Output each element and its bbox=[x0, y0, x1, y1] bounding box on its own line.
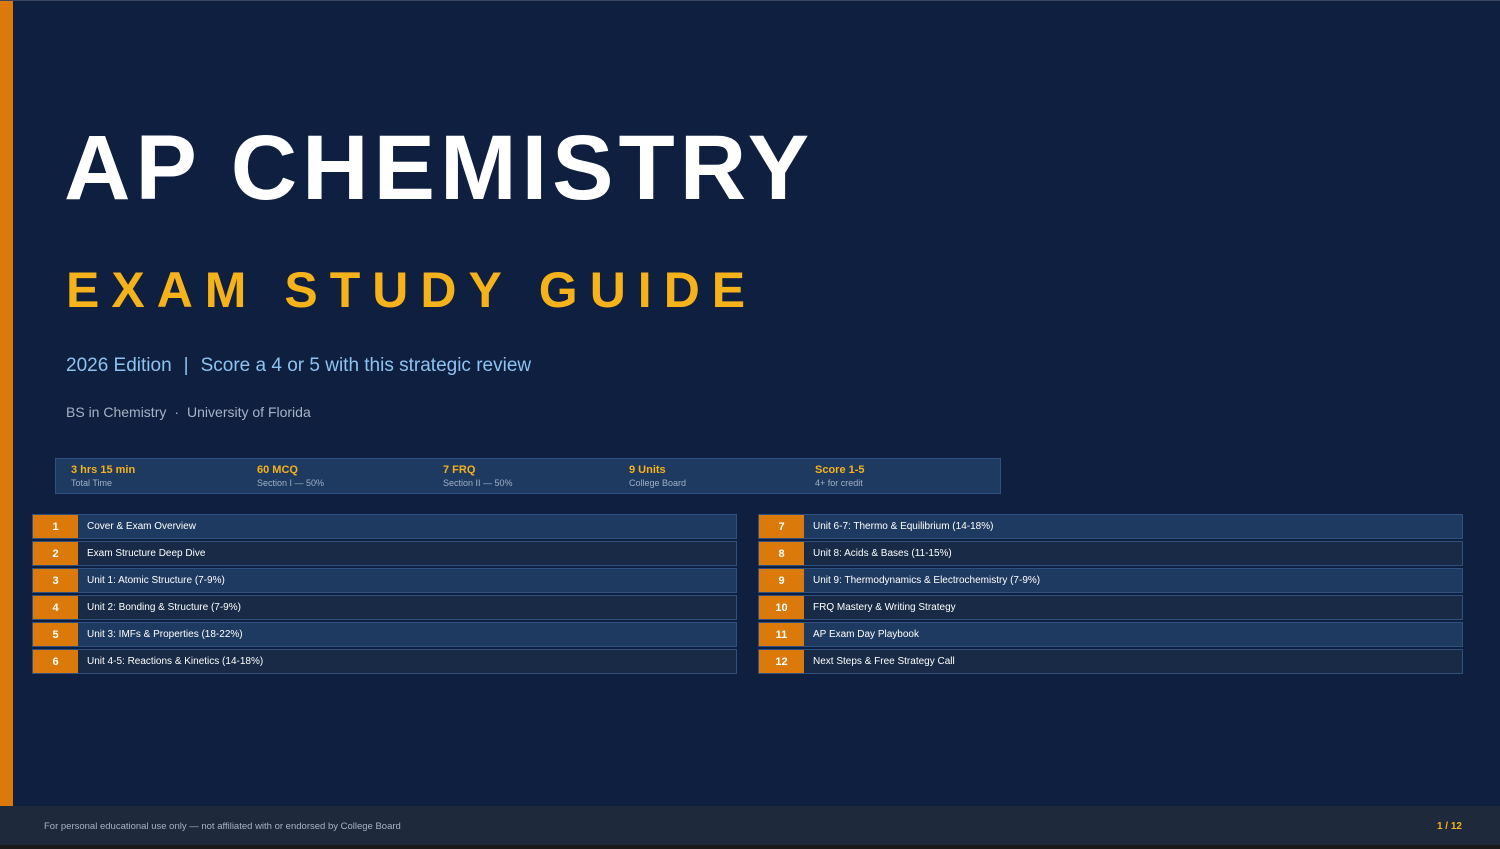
school: University of Florida bbox=[187, 404, 311, 420]
stat-frq: 7 FRQ Section II — 50% bbox=[428, 459, 614, 493]
page-subtitle: EXAM STUDY GUIDE bbox=[66, 262, 758, 318]
item-number: 10 bbox=[759, 596, 804, 619]
item-label: FRQ Mastery & Writing Strategy bbox=[813, 602, 956, 613]
contents-item[interactable]: 10 FRQ Mastery & Writing Strategy bbox=[758, 595, 1463, 620]
stat-units: 9 Units College Board bbox=[614, 459, 800, 493]
item-label: Unit 8: Acids & Bases (11-15%) bbox=[813, 548, 952, 559]
item-number: 9 bbox=[759, 569, 804, 592]
item-label: Next Steps & Free Strategy Call bbox=[813, 656, 955, 667]
contents-item[interactable]: 4 Unit 2: Bonding & Structure (7-9%) bbox=[32, 595, 737, 620]
stat-value: 60 MCQ bbox=[257, 464, 298, 476]
item-label: Unit 1: Atomic Structure (7-9%) bbox=[87, 575, 225, 586]
stat-mcq: 60 MCQ Section I — 50% bbox=[242, 459, 428, 493]
exam-stats-bar: 3 hrs 15 min Total Time 60 MCQ Section I —… bbox=[55, 458, 1001, 494]
stat-label: College Board bbox=[629, 478, 687, 488]
contents-item[interactable]: 11 AP Exam Day Playbook bbox=[758, 622, 1463, 647]
stat-label: Total Time bbox=[71, 478, 113, 488]
contents-item[interactable]: 9 Unit 9: Thermodynamics & Electrochemist… bbox=[758, 568, 1463, 593]
degree: BS in Chemistry bbox=[66, 404, 167, 420]
item-number: 7 bbox=[759, 515, 804, 538]
item-number: 3 bbox=[33, 569, 78, 592]
bottom-edge bbox=[0, 845, 1500, 849]
accent-bar bbox=[0, 1, 13, 806]
contents-item[interactable]: 3 Unit 1: Atomic Structure (7-9%) bbox=[32, 568, 737, 593]
tagline-separator: | bbox=[183, 355, 189, 376]
tagline: 2026 Edition | Score a 4 or 5 with this st… bbox=[66, 355, 531, 377]
item-number: 8 bbox=[759, 542, 804, 565]
item-number: 11 bbox=[759, 623, 804, 646]
disclaimer: For personal educational use only — not … bbox=[44, 821, 401, 832]
credentials-dot: · bbox=[174, 404, 180, 420]
stat-value: 9 Units bbox=[629, 464, 666, 476]
stat-total-time: 3 hrs 15 min Total Time bbox=[56, 459, 242, 493]
item-label: AP Exam Day Playbook bbox=[813, 629, 919, 640]
stat-label: Section II — 50% bbox=[443, 478, 513, 488]
stat-score: Score 1-5 4+ for credit bbox=[800, 459, 986, 493]
contents-item[interactable]: 7 Unit 6-7: Thermo & Equilibrium (14-18%) bbox=[758, 514, 1463, 539]
item-label: Unit 2: Bonding & Structure (7-9%) bbox=[87, 602, 241, 613]
tagline-text: Score a 4 or 5 with this strategic revie… bbox=[200, 355, 532, 376]
contents-item[interactable]: 6 Unit 4-5: Reactions & Kinetics (14-18%) bbox=[32, 649, 737, 674]
page-title: AP CHEMISTRY bbox=[64, 117, 815, 219]
stat-value: 7 FRQ bbox=[443, 464, 476, 476]
contents-item[interactable]: 2 Exam Structure Deep Dive bbox=[32, 541, 737, 566]
item-label: Unit 6-7: Thermo & Equilibrium (14-18%) bbox=[813, 521, 994, 532]
top-border bbox=[0, 0, 1500, 1]
item-number: 1 bbox=[33, 515, 78, 538]
contents-column-left: 1 Cover & Exam Overview 2 Exam Structure De… bbox=[32, 514, 737, 676]
item-label: Exam Structure Deep Dive bbox=[87, 548, 206, 559]
item-label: Unit 4-5: Reactions & Kinetics (14-18%) bbox=[87, 656, 264, 667]
contents-item[interactable]: 12 Next Steps & Free Strategy Call bbox=[758, 649, 1463, 674]
contents-item[interactable]: 5 Unit 3: IMFs & Properties (18-22%) bbox=[32, 622, 737, 647]
contents-item[interactable]: 1 Cover & Exam Overview bbox=[32, 514, 737, 539]
item-label: Unit 9: Thermodynamics & Electrochemistr… bbox=[813, 575, 1041, 586]
page-number: 1 / 12 bbox=[1436, 821, 1462, 832]
item-number: 12 bbox=[759, 650, 804, 673]
stat-label: 4+ for credit bbox=[815, 478, 863, 488]
item-label: Cover & Exam Overview bbox=[87, 521, 196, 532]
credentials: BS in Chemistry · University of Florida bbox=[66, 404, 311, 420]
stat-value: Score 1-5 bbox=[815, 464, 865, 476]
contents-item[interactable]: 8 Unit 8: Acids & Bases (11-15%) bbox=[758, 541, 1463, 566]
stat-label: Section I — 50% bbox=[257, 478, 325, 488]
item-number: 6 bbox=[33, 650, 78, 673]
item-number: 2 bbox=[33, 542, 78, 565]
footer: For personal educational use only — not … bbox=[0, 806, 1500, 845]
item-number: 5 bbox=[33, 623, 78, 646]
item-number: 4 bbox=[33, 596, 78, 619]
contents-column-right: 7 Unit 6-7: Thermo & Equilibrium (14-18%)… bbox=[758, 514, 1463, 676]
item-label: Unit 3: IMFs & Properties (18-22%) bbox=[87, 629, 243, 640]
stat-value: 3 hrs 15 min bbox=[71, 464, 136, 476]
edition: 2026 Edition bbox=[66, 355, 172, 376]
